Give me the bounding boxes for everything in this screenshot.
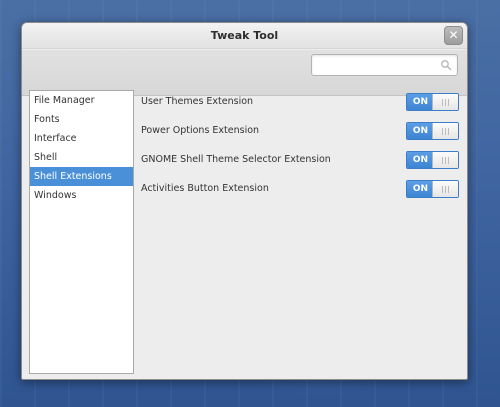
toggle-knob[interactable] [432,94,458,110]
extension-label: Activities Button Extension [141,183,269,194]
user-themes-toggle[interactable]: ON [406,93,459,111]
toggle-knob[interactable] [432,152,458,168]
sidebar-item-interface[interactable]: Interface [30,129,133,148]
titlebar[interactable]: Tweak Tool ✕ [22,23,467,49]
close-icon: ✕ [448,28,459,42]
search-icon [441,60,452,71]
close-button[interactable]: ✕ [444,26,463,45]
extension-row: GNOME Shell Theme Selector Extension ON [141,151,459,171]
extension-row: Power Options Extension ON [141,122,459,142]
tweak-tool-window: Tweak Tool ✕ File Manager Fonts Interfac… [21,22,468,380]
search-input[interactable] [316,57,436,73]
window-title: Tweak Tool [210,29,279,42]
toggle-state: ON [407,152,434,168]
extension-label: Power Options Extension [141,125,260,136]
sidebar: File Manager Fonts Interface Shell Shell… [29,90,134,374]
sidebar-item-windows[interactable]: Windows [30,186,133,205]
sidebar-item-shell[interactable]: Shell [30,148,133,167]
activities-button-toggle[interactable]: ON [406,180,459,198]
sidebar-item-file-manager[interactable]: File Manager [30,91,133,110]
toggle-knob[interactable] [432,123,458,139]
toggle-state: ON [407,94,434,110]
toggle-state: ON [407,123,434,139]
sidebar-item-fonts[interactable]: Fonts [30,110,133,129]
theme-selector-toggle[interactable]: ON [406,151,459,169]
toggle-state: ON [407,181,434,197]
toggle-knob[interactable] [432,181,458,197]
extension-row: Activities Button Extension ON [141,180,459,200]
power-options-toggle[interactable]: ON [406,122,459,140]
extension-row: User Themes Extension ON [141,93,459,113]
sidebar-item-shell-extensions[interactable]: Shell Extensions [30,167,133,186]
extension-label: GNOME Shell Theme Selector Extension [141,154,331,165]
extension-label: User Themes Extension [141,96,254,107]
search-box[interactable] [311,54,458,76]
